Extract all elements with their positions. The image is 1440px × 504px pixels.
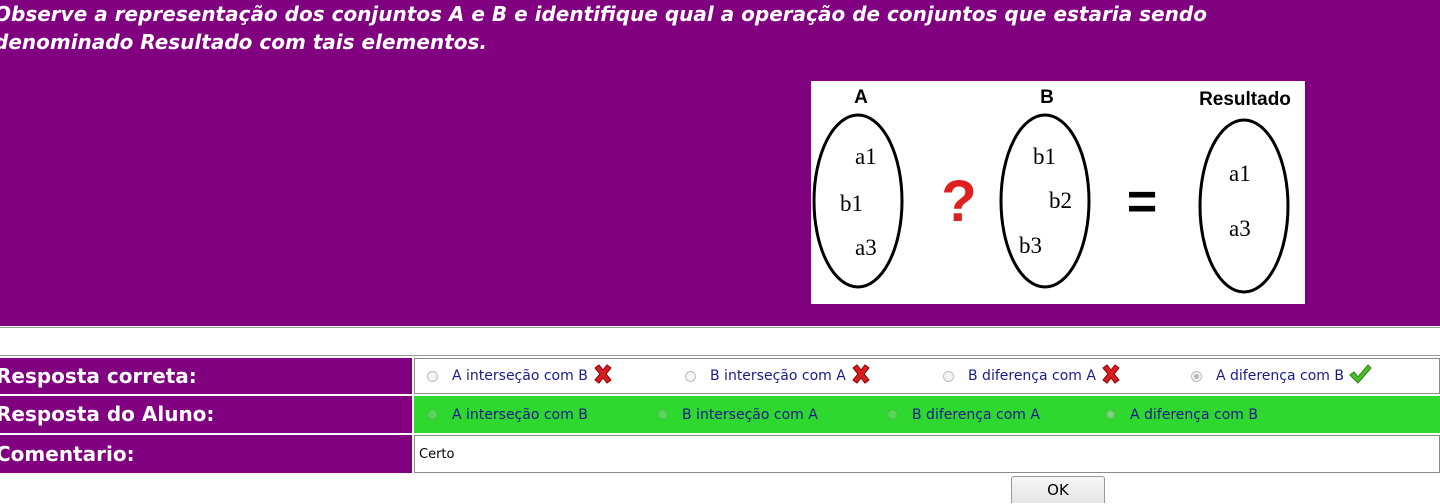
sets-figure: A a1 b1 a3 ? B b1 b2 b3 = Resultado a1 a… [811, 81, 1305, 304]
set-a-label: A [854, 87, 868, 108]
radio-button[interactable] [685, 370, 696, 382]
radio-button[interactable] [427, 409, 438, 420]
radio-button[interactable] [943, 370, 954, 382]
set-b-element: b1 [1033, 144, 1056, 169]
comment-label: Comentario: [0, 435, 412, 473]
student-answer-label: Resposta do Aluno: [0, 396, 412, 433]
option-label: B diferença com A [968, 368, 1096, 384]
red-x-icon [592, 364, 614, 388]
correct-option: B diferença com A [943, 359, 1122, 393]
question-text: Observe a representação dos conjuntos A … [0, 2, 1207, 54]
divider [0, 355, 1440, 356]
radio-button[interactable] [657, 409, 668, 420]
comment-row: Comentario: Certo [0, 435, 1440, 473]
radio-button[interactable] [887, 409, 898, 420]
student-answer-row: Resposta do Aluno: A interseção com B B … [0, 396, 1440, 433]
student-option: A diferença com B [1105, 397, 1258, 432]
option-label: A diferença com B [1130, 406, 1258, 423]
set-b-ellipse [999, 113, 1091, 289]
red-x-icon [850, 364, 872, 388]
student-answer-options: A interseção com B B interseção com A B … [414, 396, 1440, 433]
student-option: A interseção com B [427, 397, 588, 432]
option-label: B diferença com A [912, 406, 1040, 423]
question-panel: Observe a representação dos conjuntos A … [0, 0, 1440, 326]
option-label: B interseção com A [710, 368, 846, 384]
divider [0, 327, 1440, 328]
option-label: A interseção com B [452, 368, 588, 384]
correct-option: A diferença com B [1191, 359, 1372, 393]
set-b-element: b2 [1049, 188, 1072, 213]
correct-option: A interseção com B [427, 359, 614, 393]
radio-button-selected[interactable] [1191, 370, 1202, 382]
red-x-icon [1100, 364, 1122, 388]
student-option: B interseção com A [657, 397, 818, 432]
correct-answer-row: Resposta correta: A interseção com B B i… [0, 358, 1440, 394]
equals-sign: = [1127, 173, 1157, 231]
result-ellipse [1198, 118, 1290, 294]
question-mark: ? [941, 169, 976, 234]
ok-button[interactable]: OK [1011, 476, 1105, 503]
set-a-element: a3 [855, 235, 877, 260]
radio-button-selected[interactable] [1105, 409, 1116, 420]
correct-answer-options: A interseção com B B interseção com A B … [414, 358, 1440, 394]
result-label: Resultado [1199, 89, 1291, 110]
option-label: A diferença com B [1216, 368, 1344, 384]
set-a-element: b1 [840, 191, 863, 216]
green-check-icon [1348, 363, 1372, 389]
student-option: B diferença com A [887, 397, 1040, 432]
comment-box: Certo [414, 435, 1440, 473]
option-label: A interseção com B [452, 406, 588, 423]
set-a-element: a1 [855, 144, 877, 169]
radio-button[interactable] [427, 370, 438, 382]
set-b-label: B [1040, 87, 1054, 108]
comment-text: Certo [419, 446, 455, 462]
option-label: B interseção com A [682, 406, 818, 423]
correct-answer-label: Resposta correta: [0, 358, 412, 394]
correct-option: B interseção com A [685, 359, 872, 393]
result-element: a1 [1229, 161, 1251, 186]
result-element: a3 [1229, 216, 1251, 241]
set-b-element: b3 [1019, 233, 1042, 258]
